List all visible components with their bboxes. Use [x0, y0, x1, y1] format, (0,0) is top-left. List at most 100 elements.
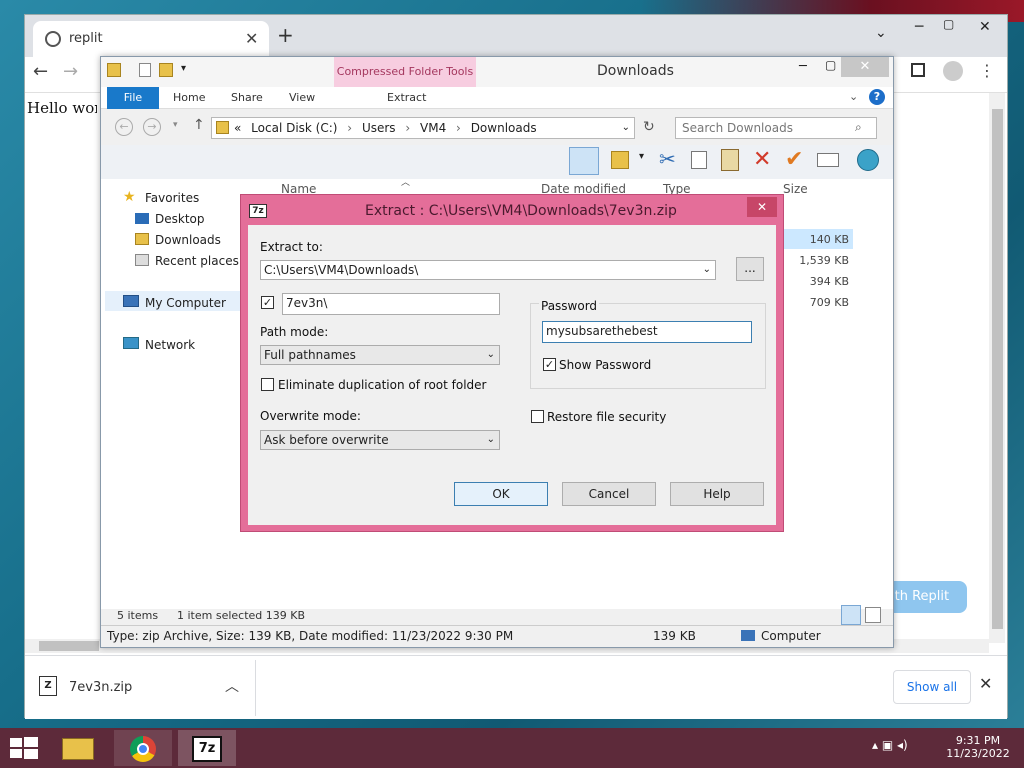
restore-security-label: Restore file security	[547, 410, 667, 424]
network-globe-icon[interactable]	[857, 149, 879, 171]
minimize-icon[interactable]: ─	[915, 19, 923, 35]
new-tab-icon[interactable]: +	[277, 23, 294, 47]
breadcrumb-separator[interactable]: ›	[347, 121, 352, 135]
breadcrumb-overflow[interactable]: «	[234, 121, 241, 135]
forward-icon[interactable]: →	[143, 118, 161, 136]
browse-button[interactable]: ...	[736, 257, 764, 281]
breadcrumb-separator[interactable]: ›	[456, 121, 461, 135]
cancel-button[interactable]: Cancel	[562, 482, 656, 506]
vertical-scrollbar[interactable]	[989, 93, 1005, 643]
profile-avatar[interactable]	[943, 61, 963, 81]
large-icons-view-icon[interactable]	[865, 607, 881, 623]
customize-icon[interactable]: ▾	[181, 63, 186, 74]
path-mode-select[interactable]: Full pathnames ⌄	[260, 345, 500, 365]
back-icon[interactable]: ←	[115, 118, 133, 136]
tab-file[interactable]: File	[107, 87, 159, 109]
system-tray-icons[interactable]: ▴ ▣ ◂)	[872, 738, 908, 752]
forward-icon[interactable]: →	[63, 61, 78, 82]
nav-network[interactable]: Network	[145, 338, 195, 352]
close-icon[interactable]: ✕	[747, 197, 777, 217]
breadcrumb-downloads[interactable]: Downloads	[471, 121, 537, 135]
chevron-down-icon[interactable]: ⌄	[703, 261, 711, 279]
divider	[255, 660, 256, 716]
password-group	[530, 303, 766, 389]
help-button[interactable]: Help	[670, 482, 764, 506]
properties-icon[interactable]	[139, 63, 151, 77]
clock[interactable]: 9:31 PM 11/23/2022	[940, 734, 1016, 760]
overwrite-mode-select[interactable]: Ask before overwrite ⌄	[260, 430, 500, 450]
tab-home[interactable]: Home	[173, 91, 205, 104]
maximize-icon[interactable]: ▢	[825, 58, 836, 72]
menu-icon[interactable]: ⋮	[979, 61, 995, 80]
folder-options-icon[interactable]	[611, 151, 629, 169]
nav-recent-places[interactable]: Recent places	[155, 254, 239, 268]
tab-search-icon[interactable]: ⌄	[875, 25, 887, 41]
windows-start-icon[interactable]	[8, 736, 38, 760]
show-password-checkbox[interactable]: ✓	[543, 358, 556, 371]
show-all-button[interactable]: Show all	[893, 670, 971, 704]
maximize-icon[interactable]: ▢	[943, 17, 954, 31]
search-input[interactable]: Search Downloads	[675, 117, 877, 139]
cut-icon[interactable]: ✂	[659, 147, 676, 171]
nav-downloads[interactable]: Downloads	[155, 233, 221, 247]
download-bar: Z 7ev3n.zip ︿ Show all ✕	[25, 655, 1007, 719]
browser-tab[interactable]: replit ✕	[33, 21, 269, 57]
refresh-icon[interactable]: ↻	[643, 119, 655, 135]
tab-extract[interactable]: Extract	[387, 91, 426, 104]
breadcrumb-users[interactable]: Users	[362, 121, 396, 135]
nav-desktop[interactable]: Desktop	[155, 212, 205, 226]
eliminate-duplication-checkbox[interactable]	[261, 378, 274, 391]
address-bar[interactable]: « Local Disk (C:) › Users › VM4 › Downlo…	[211, 117, 635, 139]
minimize-icon[interactable]: ─	[799, 59, 807, 74]
tab-view[interactable]: View	[289, 91, 315, 104]
up-icon[interactable]: ↑	[193, 117, 205, 133]
delete-icon[interactable]: ✕	[753, 147, 771, 172]
chevron-down-icon: ⌄	[486, 434, 495, 445]
chevron-down-icon[interactable]: ⌄	[849, 90, 858, 103]
command-bar: ▾ ✂ ✕ ✔	[101, 145, 893, 179]
restore-security-checkbox[interactable]	[531, 410, 544, 423]
status-bar: 5 items 1 item selected 139 KB	[101, 605, 893, 625]
breadcrumb-vm4[interactable]: VM4	[420, 121, 446, 135]
copy-icon[interactable]	[691, 151, 707, 169]
replit-button[interactable]: ith Replit	[887, 581, 967, 613]
scroll-thumb[interactable]	[992, 109, 1003, 629]
taskbar-7zip[interactable]: 7z	[178, 730, 236, 766]
chevron-down-icon[interactable]: ▾	[639, 151, 644, 162]
taskbar-file-explorer[interactable]	[50, 730, 108, 766]
subfolder-checkbox[interactable]: ✓	[261, 296, 274, 309]
close-icon[interactable]: ✕	[979, 674, 992, 693]
side-panel-icon[interactable]	[911, 63, 925, 77]
compressed-folder-tools-tab[interactable]: Compressed Folder Tools	[334, 57, 476, 87]
close-tab-icon[interactable]: ✕	[245, 29, 258, 48]
chevron-up-icon[interactable]: ︿	[225, 676, 239, 696]
close-icon[interactable]: ✕	[841, 57, 889, 77]
rename-icon[interactable]	[817, 153, 839, 167]
password-input[interactable]: mysubsarethebest	[542, 321, 752, 343]
nav-favorites[interactable]: Favorites	[145, 191, 199, 205]
breadcrumb-separator[interactable]: ›	[405, 121, 410, 135]
nav-my-computer[interactable]: My Computer	[145, 296, 226, 310]
item-count: 5 items	[117, 609, 159, 622]
breadcrumb-local-disk[interactable]: Local Disk (C:)	[251, 121, 337, 135]
help-icon[interactable]: ?	[869, 89, 885, 105]
taskbar-chrome[interactable]	[114, 730, 172, 766]
checkmark-icon[interactable]: ✔	[785, 147, 803, 172]
chevron-down-icon[interactable]: ⌄	[622, 118, 630, 138]
details-view-icon[interactable]	[841, 605, 861, 625]
extract-to-combobox[interactable]: C:\Users\VM4\Downloads\ ⌄	[260, 260, 716, 280]
tab-share[interactable]: Share	[231, 91, 263, 104]
subfolder-input[interactable]: 7ev3n\	[282, 293, 500, 315]
password-group-label: Password	[539, 299, 600, 313]
recent-locations-icon[interactable]: ▾	[173, 120, 178, 130]
network-icon	[123, 337, 139, 349]
new-folder-icon[interactable]	[159, 63, 173, 77]
column-size[interactable]: Size	[783, 182, 808, 196]
close-window-icon[interactable]: ✕	[979, 19, 991, 35]
back-icon[interactable]: ←	[33, 61, 48, 82]
preview-pane-icon[interactable]	[569, 147, 599, 175]
paste-icon[interactable]	[721, 149, 739, 171]
scroll-thumb[interactable]	[39, 641, 99, 651]
ok-button[interactable]: OK	[454, 482, 548, 506]
download-item[interactable]: Z 7ev3n.zip ︿	[35, 666, 255, 710]
